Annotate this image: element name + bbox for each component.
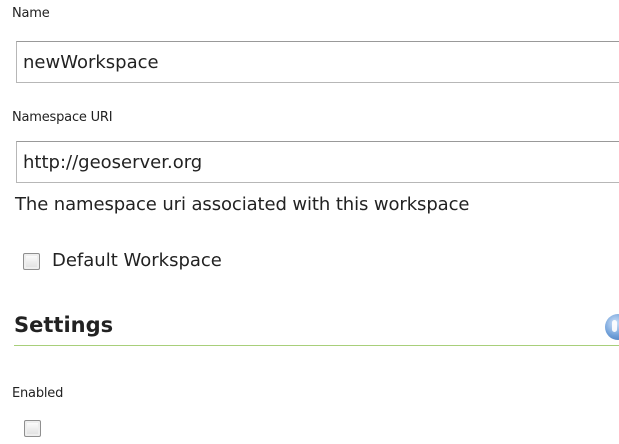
settings-section-divider xyxy=(14,345,619,346)
workspace-form: Name Namespace URI The namespace uri ass… xyxy=(0,0,619,444)
namespace-uri-label: Namespace URI xyxy=(12,110,113,125)
settings-section-title: Settings xyxy=(14,313,114,337)
namespace-uri-input[interactable] xyxy=(16,141,619,183)
name-input[interactable] xyxy=(16,41,619,83)
help-info-icon[interactable] xyxy=(605,314,619,340)
enabled-checkbox[interactable] xyxy=(24,420,41,437)
default-workspace-checkbox[interactable] xyxy=(23,253,40,270)
namespace-uri-help-text: The namespace uri associated with this w… xyxy=(15,194,470,215)
name-label: Name xyxy=(12,6,50,21)
enabled-label: Enabled xyxy=(12,386,64,401)
default-workspace-label: Default Workspace xyxy=(52,250,222,271)
